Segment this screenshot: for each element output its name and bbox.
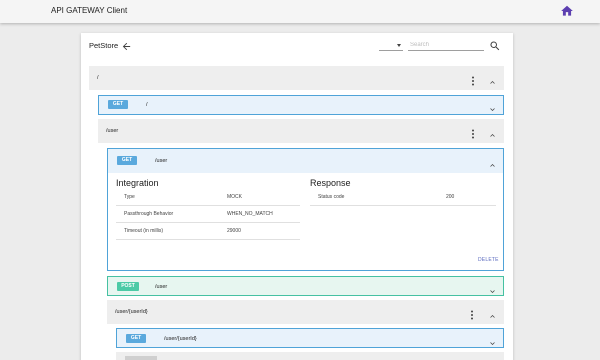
chevron-up-icon[interactable] xyxy=(488,157,497,167)
resource-row-root[interactable]: / xyxy=(89,66,504,90)
kv-key: Type xyxy=(124,194,135,200)
integration-title: Integration xyxy=(116,178,159,188)
method-panel-header[interactable]: GET /user xyxy=(108,149,503,173)
next-badge-partial xyxy=(125,356,157,360)
method-path: /user xyxy=(155,158,168,164)
method-path: /user/{userId} xyxy=(164,336,197,342)
next-panel-partial xyxy=(116,352,504,360)
method-path: /user xyxy=(155,284,168,290)
delete-button[interactable]: DELETE xyxy=(478,257,499,263)
home-icon[interactable] xyxy=(560,4,574,18)
app-bar: API GATEWAY Client xyxy=(0,0,600,23)
get-badge: GET xyxy=(117,156,137,165)
resource-path: /user xyxy=(106,128,119,134)
chevron-down-icon[interactable] xyxy=(488,335,497,345)
kv-value: WHEN_NO_MATCH xyxy=(227,211,273,217)
more-vert-icon[interactable] xyxy=(468,307,476,320)
kv-value: 29000 xyxy=(227,228,241,234)
arrow-left-icon[interactable] xyxy=(121,39,132,51)
method-path: / xyxy=(146,102,148,108)
card-title: PetStore xyxy=(89,41,119,50)
chevron-down-icon[interactable] xyxy=(488,101,497,111)
kv-key: Passthrough Behavior xyxy=(124,211,174,217)
post-badge: POST xyxy=(117,282,139,291)
resource-row-user[interactable]: /user xyxy=(98,119,504,143)
resource-row-userid[interactable]: /user/{userId} xyxy=(107,300,504,324)
method-panel-post-user[interactable]: POST /user xyxy=(107,276,504,296)
chevron-up-icon[interactable] xyxy=(488,127,497,137)
chevron-up-icon[interactable] xyxy=(488,308,497,318)
caret-down-icon xyxy=(397,44,401,47)
more-vert-icon[interactable] xyxy=(469,73,477,86)
search-icon[interactable] xyxy=(489,39,501,51)
response-title: Response xyxy=(310,178,351,188)
chevron-down-icon[interactable] xyxy=(488,283,497,293)
integration-row-type: Type MOCK xyxy=(116,189,300,206)
app-title: API GATEWAY Client xyxy=(51,6,128,15)
search-input[interactable] xyxy=(408,39,484,51)
response-row-status: Status code 200 xyxy=(310,189,496,206)
integration-row-passthrough: Passthrough Behavior WHEN_NO_MATCH xyxy=(116,206,300,223)
method-panel-get-user-expanded: GET /user Integration Type MOCK Passthro… xyxy=(107,148,504,271)
method-panel-get-userid[interactable]: GET /user/{userId} xyxy=(116,328,504,348)
kv-key: Status code xyxy=(318,194,345,200)
integration-row-timeout: Timeout (in millis) 29000 xyxy=(116,223,300,240)
more-vert-icon[interactable] xyxy=(469,126,477,139)
method-panel-get-root[interactable]: GET / xyxy=(98,95,504,115)
kv-key: Timeout (in millis) xyxy=(124,228,163,234)
kv-value: MOCK xyxy=(227,194,242,200)
get-badge: GET xyxy=(108,100,128,109)
get-badge: GET xyxy=(126,334,146,343)
kv-value: 200 xyxy=(446,194,455,200)
resource-path: /user/{userId} xyxy=(115,309,148,315)
resource-path: / xyxy=(97,75,99,81)
chevron-up-icon[interactable] xyxy=(488,74,497,84)
method-filter-select[interactable] xyxy=(379,41,403,51)
